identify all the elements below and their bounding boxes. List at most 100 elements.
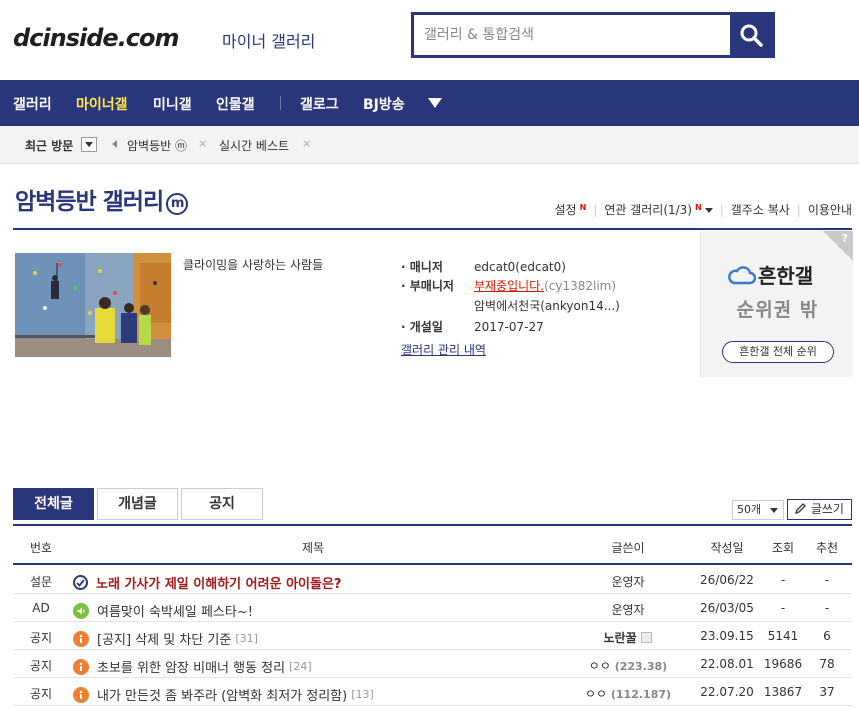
gallery-title-text: 암벽등반 갤러리	[15, 189, 164, 215]
rank-status: 순위권 밖	[736, 299, 819, 321]
row-writer[interactable]: ㅇㅇ (112.187)	[573, 685, 683, 702]
row-number: AD	[32, 601, 50, 615]
divider: |	[719, 202, 724, 217]
submanager-row: · 부매니저 부재중입니다.(cy1382lim)	[401, 277, 616, 294]
nav-mini-gallery[interactable]: 미니갤	[153, 94, 192, 114]
post-title-link[interactable]: 초보를 위한 암장 비매너 행동 정리	[97, 657, 285, 676]
climbing-wall-image	[15, 253, 171, 357]
search-button[interactable]	[730, 15, 772, 55]
table-row: 공지 [공지] 삭제 및 차단 기준 [31] 노란꿀 23.09.15 514…	[13, 622, 852, 650]
row-number: 공지	[29, 631, 53, 645]
write-button[interactable]: 글쓰기	[787, 499, 852, 520]
gallery-history-link[interactable]: 갤러리 관리 내역	[401, 341, 486, 358]
row-date: 23.09.15	[700, 629, 754, 643]
main-nav: 갤러리 마이너갤 미니갤 인물갤 갤로그 BJ방송	[0, 80, 859, 126]
nav-minor-gallery[interactable]: 마이너갤	[76, 94, 128, 114]
recent-dropdown-icon[interactable]	[81, 137, 97, 152]
submanager-label: · 부매니저	[401, 279, 454, 293]
header-views: 조회	[771, 541, 795, 555]
related-gallery-link[interactable]: 연관 갤러리(1/3) N	[604, 201, 713, 218]
rank-brand: 흔한갤	[726, 260, 813, 289]
search-box	[411, 12, 775, 58]
poll-icon	[73, 575, 88, 590]
submanager-vacant-link[interactable]: 부재중입니다.	[474, 279, 544, 293]
new-badge: N	[695, 203, 702, 212]
row-views: -	[780, 601, 786, 615]
close-icon[interactable]: ×	[198, 137, 207, 150]
recent-prev-arrow-icon[interactable]	[112, 140, 117, 148]
recent-visits-bar: 최근 방문 암벽등반 ⓜ × 실시간 베스트 ×	[0, 126, 859, 164]
tab-concept[interactable]: 개념글	[97, 488, 178, 520]
settings-link[interactable]: 설정 N	[554, 201, 586, 218]
fixed-nick-icon	[641, 632, 653, 643]
notice-icon	[73, 686, 89, 703]
nav-more-icon[interactable]	[428, 98, 442, 108]
search-icon	[740, 24, 763, 47]
table-row: 공지 초보를 위한 암장 비매너 행동 정리 [24] ㅇㅇ (223.38) …	[13, 650, 852, 678]
minor-gallery-link[interactable]: 마이너 갤러리	[222, 28, 315, 52]
founded-row: · 개설일 2017-07-27	[401, 318, 544, 335]
notice-icon	[73, 630, 89, 647]
submanager-2[interactable]: 암벽에서천국(ankyon14...)	[474, 297, 620, 314]
title-divider	[13, 228, 852, 230]
nav-gallery[interactable]: 갤러리	[13, 94, 52, 114]
recent-visits-label: 최근 방문	[25, 139, 74, 153]
row-recommend: 37	[819, 685, 835, 699]
nav-bj-broadcast[interactable]: BJ방송	[363, 94, 405, 114]
row-number: 공지	[29, 659, 53, 673]
table-header-line	[13, 563, 852, 565]
help-icon[interactable]: ?	[823, 231, 853, 261]
comment-count[interactable]: [31]	[235, 632, 258, 645]
cloud-icon	[728, 265, 756, 284]
post-title-link[interactable]: [공지] 삭제 및 차단 기준	[97, 629, 231, 648]
row-title-cell: 내가 만든것 좀 봐주라 (암벽화 최저가 정리함) [13]	[73, 685, 593, 704]
row-date: 26/03/05	[700, 601, 754, 615]
tab-notice[interactable]: 공지	[181, 488, 263, 520]
site-logo[interactable]: dcinside.com	[13, 24, 180, 52]
header-date: 작성일	[710, 541, 744, 555]
recent-item-realtime-best[interactable]: 실시간 베스트	[219, 137, 289, 154]
table-top-line	[13, 524, 852, 526]
manager-value[interactable]: edcat0(edcat0)	[474, 260, 566, 274]
tab-all[interactable]: 전체글	[13, 488, 94, 520]
row-writer[interactable]: 노란꿀	[573, 629, 683, 646]
row-recommend: 78	[819, 657, 835, 671]
row-number: 공지	[29, 687, 53, 701]
row-number: 설문	[29, 575, 53, 589]
comment-count[interactable]: [24]	[289, 660, 312, 673]
chevron-down-icon	[704, 208, 713, 213]
row-writer[interactable]: 운영자	[573, 573, 683, 590]
page-title[interactable]: 암벽등반 갤러리 m	[15, 182, 189, 216]
submanager-id: (cy1382lim)	[544, 279, 617, 293]
table-row: AD 여름맞이 숙박세일 페스타~! 운영자 26/03/05 - -	[13, 594, 852, 622]
row-title-cell: 여름맞이 숙박세일 페스타~!	[73, 601, 593, 620]
per-page-select[interactable]: 50개	[732, 500, 784, 520]
full-rank-button[interactable]: 흔한갤 전체 순위	[722, 341, 834, 363]
post-title-link[interactable]: 노래 가사가 제일 이해하기 어려운 아이돌은?	[96, 573, 341, 592]
row-views: 5141	[767, 629, 799, 643]
usage-guide-link[interactable]: 이용안내	[808, 201, 852, 218]
post-title-link[interactable]: 내가 만든것 좀 봐주라 (암벽화 최저가 정리함)	[97, 685, 347, 704]
recent-item-climbing[interactable]: 암벽등반 ⓜ	[127, 137, 187, 154]
divider: |	[796, 202, 801, 217]
search-input[interactable]	[414, 15, 732, 55]
nav-person-gallery[interactable]: 인물갤	[216, 94, 255, 114]
row-recommend: 6	[823, 629, 831, 643]
row-writer[interactable]: 운영자	[573, 601, 683, 618]
nav-gallog[interactable]: 갤로그	[300, 94, 339, 114]
row-recommend: -	[824, 573, 830, 587]
row-writer[interactable]: ㅇㅇ (223.38)	[573, 657, 683, 674]
post-title-link[interactable]: 여름맞이 숙박세일 페스타~!	[97, 601, 253, 620]
founded-value: 2017-07-27	[474, 320, 544, 334]
row-views: -	[780, 573, 786, 587]
manager-row: · 매니저 edcat0(edcat0)	[401, 258, 566, 275]
row-title-cell: 노래 가사가 제일 이해하기 어려운 아이돌은?	[73, 573, 593, 592]
top-header: dcinside.com 마이너 갤러리	[0, 0, 859, 80]
row-title-cell: [공지] 삭제 및 차단 기준 [31]	[73, 629, 593, 648]
close-icon[interactable]: ×	[302, 137, 311, 150]
comment-count[interactable]: [13]	[351, 688, 374, 701]
copy-address-link[interactable]: 갤주소 복사	[731, 201, 790, 218]
header-number: 번호	[29, 541, 53, 555]
row-recommend: -	[824, 601, 830, 615]
divider: |	[593, 202, 598, 217]
